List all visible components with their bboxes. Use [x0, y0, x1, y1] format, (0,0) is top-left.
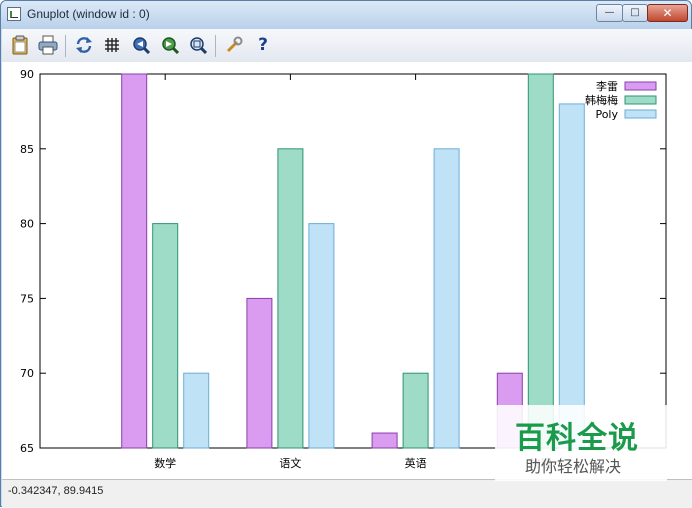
close-button[interactable]: ✕ — [647, 4, 688, 22]
help-icon[interactable]: ? — [253, 35, 273, 55]
x-tick-label: 英语 — [405, 456, 427, 470]
coordinate-readout: -0.342347, 89.9415 — [8, 485, 104, 497]
replot-icon[interactable] — [74, 35, 94, 55]
bar-李雷 — [371, 432, 398, 449]
y-tick-label: 90 — [20, 68, 34, 81]
watermark-logo: 百科全说 助你轻松解决 — [495, 405, 667, 481]
copy-clipboard-icon[interactable] — [10, 35, 30, 55]
gnuplot-window: Gnuplot (window id : 0) — □ ✕ ? 65 70 75… — [0, 0, 692, 508]
legend-label: 韩梅梅 — [585, 93, 618, 107]
bar-Poly — [558, 103, 585, 449]
bar-李雷 — [246, 297, 273, 449]
bar-李雷 — [121, 73, 148, 449]
y-tick-label: 65 — [20, 442, 34, 455]
gnuplot-app-icon — [7, 7, 21, 21]
zoom-previous-icon[interactable] — [131, 35, 151, 55]
minimize-button[interactable]: — — [596, 4, 623, 22]
bar-Poly — [433, 148, 460, 449]
toolbar-separator — [215, 35, 216, 57]
legend-swatch — [624, 95, 657, 105]
y-tick-label: 75 — [20, 292, 34, 305]
bar-韩梅梅 — [402, 372, 429, 449]
window-title: Gnuplot (window id : 0) — [27, 7, 150, 21]
bar-韩梅梅 — [152, 223, 179, 449]
status-bar: -0.342347, 89.9415 — [2, 479, 692, 508]
autoscale-icon[interactable] — [188, 35, 208, 55]
watermark-title: 百科全说 — [515, 421, 639, 456]
watermark-subtitle: 助你轻松解决 — [525, 457, 622, 476]
print-icon[interactable] — [38, 35, 58, 55]
bar-韩梅梅 — [277, 148, 304, 449]
maximize-button[interactable]: □ — [622, 4, 648, 22]
legend-label: Poly — [595, 108, 618, 121]
bar-韩梅梅 — [527, 73, 554, 449]
title-bar[interactable]: Gnuplot (window id : 0) — □ ✕ — [1, 1, 691, 29]
legend-swatch — [624, 81, 657, 91]
bar-Poly — [183, 372, 210, 449]
zoom-next-icon[interactable] — [160, 35, 180, 55]
legend-swatch — [624, 109, 657, 119]
toolbar: ? — [2, 29, 692, 63]
x-tick-label: 语文 — [279, 456, 301, 470]
bar-Poly — [308, 223, 335, 449]
y-tick-label: 85 — [20, 143, 34, 156]
options-wrench-icon[interactable] — [224, 35, 244, 55]
legend-label: 李雷 — [596, 79, 618, 93]
toolbar-separator — [65, 35, 66, 57]
x-tick-label: 数学 — [154, 456, 176, 470]
y-tick-label: 80 — [20, 218, 34, 231]
grid-icon[interactable] — [102, 35, 122, 55]
y-tick-label: 70 — [20, 367, 34, 380]
